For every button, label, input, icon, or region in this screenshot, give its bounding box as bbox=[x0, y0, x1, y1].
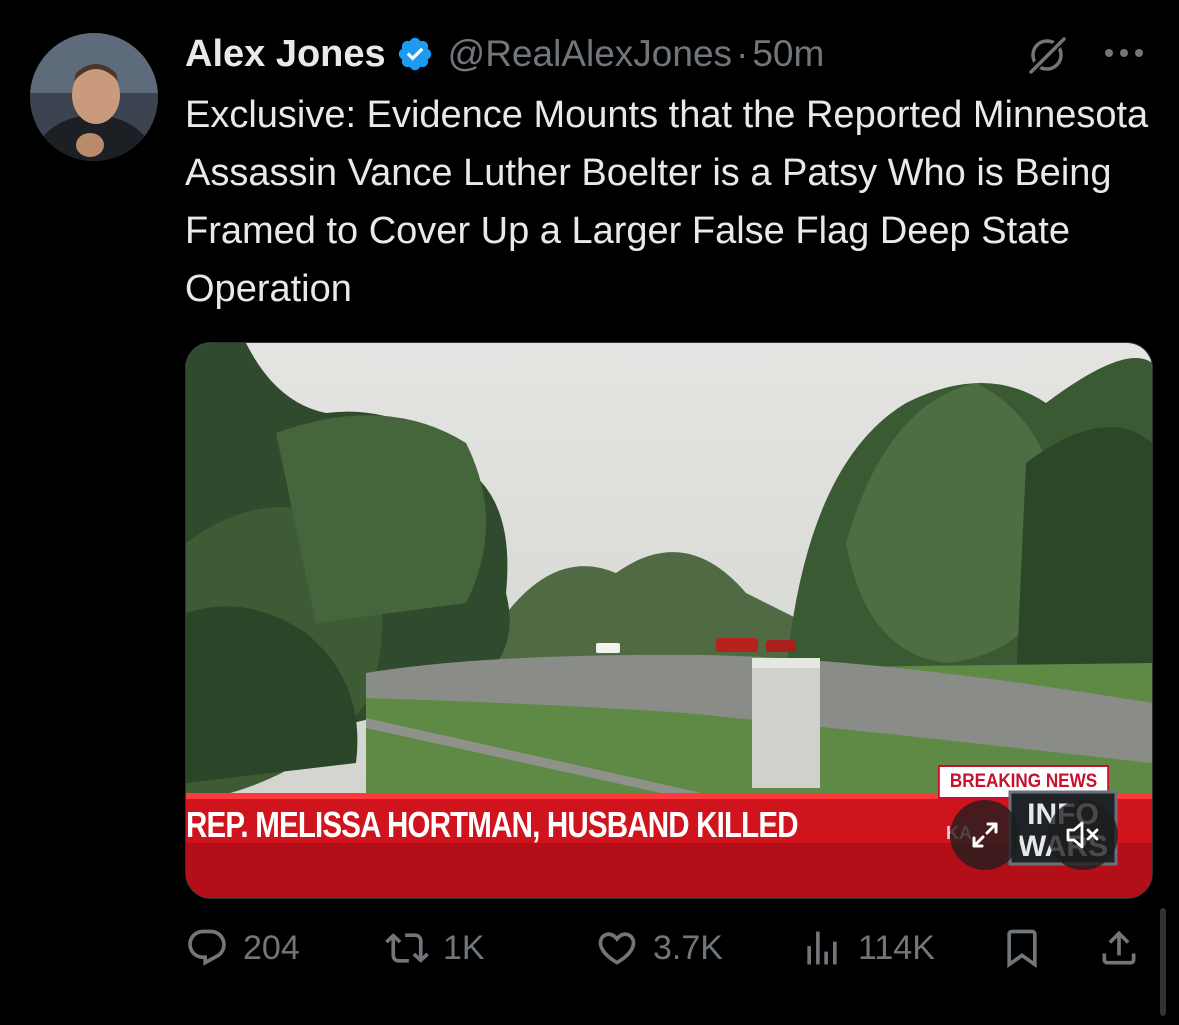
video-player[interactable]: REP. MELISSA HORTMAN, HUSBAND KILLED BRE… bbox=[185, 342, 1153, 899]
like-button[interactable]: 3.7K bbox=[595, 920, 723, 976]
views-button[interactable]: 114K bbox=[800, 920, 935, 976]
tweet-text: Exclusive: Evidence Mounts that the Repo… bbox=[185, 94, 1149, 310]
bookmark-icon bbox=[1007, 929, 1037, 969]
tweet-header: Alex Jones @RealAlexJones · 50m bbox=[185, 28, 824, 80]
reply-button[interactable]: 204 bbox=[185, 920, 300, 976]
repost-button[interactable]: 1K bbox=[385, 920, 485, 976]
avatar[interactable] bbox=[30, 33, 158, 161]
author-handle[interactable]: @RealAlexJones bbox=[448, 33, 732, 75]
author-name[interactable]: Alex Jones bbox=[185, 33, 386, 76]
expand-icon bbox=[972, 822, 998, 848]
scrollbar[interactable] bbox=[1160, 908, 1166, 1016]
repost-count: 1K bbox=[443, 928, 485, 967]
reply-icon bbox=[188, 929, 226, 966]
reply-count: 204 bbox=[243, 928, 300, 967]
more-dots-icon[interactable] bbox=[1101, 38, 1147, 68]
timestamp[interactable]: 50m bbox=[752, 33, 824, 75]
views-bar-chart-icon bbox=[807, 931, 837, 965]
like-count: 3.7K bbox=[653, 928, 723, 967]
share-button[interactable] bbox=[1097, 920, 1155, 976]
share-icon bbox=[1102, 930, 1136, 965]
grok-icon[interactable] bbox=[1024, 32, 1070, 78]
verified-badge-icon[interactable] bbox=[396, 35, 434, 73]
bookmark-button[interactable] bbox=[1000, 920, 1058, 976]
separator-dot: · bbox=[736, 33, 749, 74]
expand-button[interactable] bbox=[950, 800, 1020, 870]
avatar-image bbox=[30, 33, 158, 161]
mute-button[interactable] bbox=[1048, 800, 1118, 870]
repost-icon bbox=[385, 933, 429, 963]
news-headline: REP. MELISSA HORTMAN, HUSBAND KILLED bbox=[186, 804, 799, 845]
speaker-muted-icon bbox=[1066, 821, 1099, 849]
heart-icon bbox=[598, 932, 636, 965]
views-count: 114K bbox=[858, 928, 935, 967]
action-bar: 204 1K 3.7K 114K bbox=[185, 920, 1150, 976]
